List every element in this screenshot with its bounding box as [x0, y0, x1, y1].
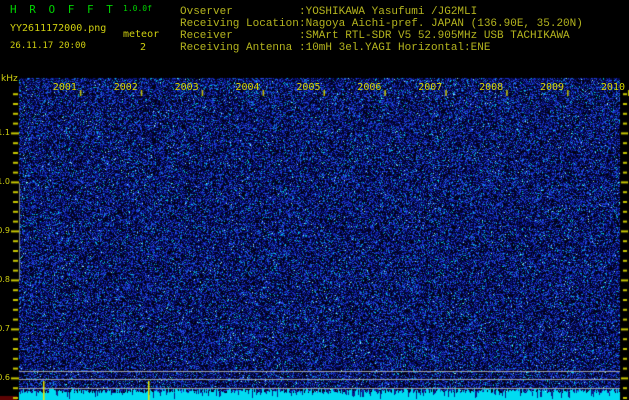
output-filename: YY2611172000.png	[10, 23, 107, 34]
time-label: 2002	[113, 82, 138, 93]
freq-tick-label: 0.8	[0, 275, 10, 284]
freq-tick-label: 0.7	[0, 324, 10, 333]
station-line: Receiving Location:Nagoya Aichi-pref. JA…	[180, 18, 583, 30]
time-label: 2001	[52, 82, 77, 93]
time-label: 2010	[600, 82, 625, 93]
timestamp: 26.11.17 20:00	[10, 41, 86, 51]
app-title: H R O F F T	[10, 3, 116, 16]
station-info: Ovserver :YOSHIKAWA Yasufumi /JG2MLI Rece…	[180, 6, 583, 79]
station-line: Receiving Antenna :10mH 3el.YAGI Horizont…	[180, 42, 490, 54]
freq-tick-label: 1.1	[0, 128, 10, 137]
station-label: Receiving Location	[180, 18, 299, 30]
time-label: 2003	[174, 82, 199, 93]
time-label: 2005	[296, 82, 321, 93]
time-label: 2006	[357, 82, 382, 93]
freq-tick-label: 0.6	[0, 373, 10, 382]
station-value: :10mH 3el.YAGI Horizontal:ENE	[299, 42, 491, 54]
freq-axis-unit-label: kHz	[1, 74, 18, 84]
station-label: Ovserver	[180, 6, 233, 18]
hrofft-window: H R O F F T 1.0.0f YY2611172000.png mete…	[0, 0, 629, 400]
station-line: Ovserver :YOSHIKAWA Yasufumi /JG2MLI	[180, 6, 477, 18]
time-label: 2007	[418, 82, 443, 93]
app-version: 1.0.0f	[123, 4, 152, 13]
station-value: :Nagoya Aichi-pref. JAPAN (136.90E, 35.2…	[299, 18, 583, 30]
station-label: Receiver	[180, 30, 233, 42]
station-value: :YOSHIKAWA Yasufumi /JG2MLI	[299, 6, 478, 18]
meteor-count: 2	[140, 42, 147, 53]
freq-tick-label: 1.0	[0, 177, 10, 186]
time-label: 2009	[540, 82, 565, 93]
time-label: 2008	[479, 82, 504, 93]
spectrogram-canvas	[0, 0, 629, 400]
mode-label: meteor	[123, 29, 160, 40]
station-line: Receiver :SMArt RTL-SDR V5 52.905MHz USB …	[180, 30, 570, 42]
time-label: 2004	[235, 82, 260, 93]
freq-tick-label: 0.9	[0, 226, 10, 235]
station-label: Receiving Antenna	[180, 42, 293, 54]
station-value: :SMArt RTL-SDR V5 52.905MHz USB TACHIKAW…	[299, 30, 570, 42]
